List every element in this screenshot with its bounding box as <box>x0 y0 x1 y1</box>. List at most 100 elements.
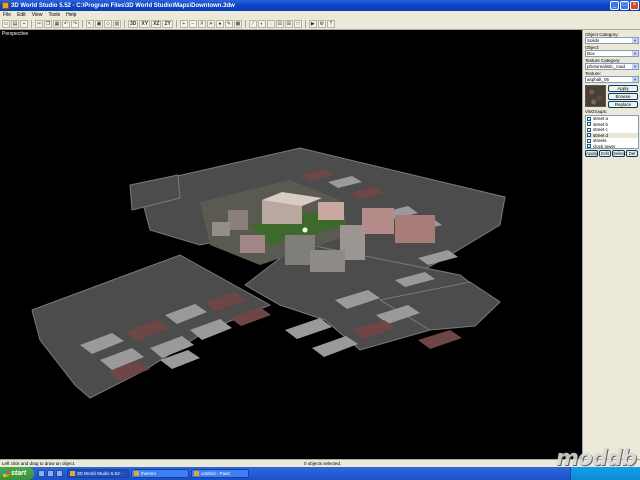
minimize-button[interactable]: _ <box>610 1 619 10</box>
zoom-in-icon[interactable]: + <box>179 19 188 28</box>
quick-launch-icon[interactable] <box>38 470 45 477</box>
view-xz-button[interactable]: XZ <box>151 19 162 28</box>
quick-launch <box>38 470 63 477</box>
taskbar: start 3D World Studio 5.52 - thetmto unt… <box>0 467 640 480</box>
chevron-down-icon[interactable]: ▼ <box>632 51 638 56</box>
undo-icon[interactable]: ↶ <box>62 19 70 28</box>
building <box>362 208 394 234</box>
menu-help[interactable]: Help <box>63 12 79 18</box>
compile-icon[interactable]: ▶ <box>308 19 317 28</box>
object-select[interactable]: Box ▼ <box>585 50 639 57</box>
menu-tools[interactable]: Tools <box>45 12 63 18</box>
paint-icon[interactable]: ◐ <box>257 19 266 28</box>
menu-file[interactable]: File <box>0 12 14 18</box>
lot <box>285 318 332 339</box>
cut-icon[interactable]: ✂ <box>35 19 43 28</box>
object-value: Box <box>587 51 595 56</box>
visgroup-edit-button[interactable]: Edit <box>599 150 611 157</box>
checkbox[interactable]: ✓ <box>587 122 591 127</box>
visgroup-delete-button[interactable]: Del <box>626 150 638 157</box>
settings-icon[interactable]: ⚙ <box>317 19 326 28</box>
menu-view[interactable]: View <box>29 12 46 18</box>
hide-icon[interactable]: ◌ <box>266 19 275 28</box>
view-xy-button[interactable]: XY <box>139 19 151 28</box>
toolbar-separator <box>244 19 246 28</box>
visgroup-select-button[interactable]: Select <box>612 150 626 157</box>
building <box>240 235 265 253</box>
start-label: start <box>11 470 27 477</box>
texture-replace-button[interactable]: Replace <box>608 101 638 108</box>
vertex-tool-icon[interactable]: ◇ <box>104 19 112 28</box>
task-thetmto[interactable]: thetmto <box>131 469 189 478</box>
brush-icon[interactable]: ✎ <box>224 19 233 28</box>
light-icon[interactable]: ☀ <box>206 19 215 28</box>
face-tool-icon[interactable]: ▧ <box>113 19 121 28</box>
visgroup-label: street d <box>593 132 609 138</box>
texture-select[interactable]: asphalt_05 ▼ <box>585 76 639 83</box>
city-map-render <box>31 147 506 399</box>
quick-launch-icon[interactable] <box>47 470 54 477</box>
visgroup-item[interactable]: ✓ clock tower <box>586 144 638 148</box>
toolbar-separator <box>175 19 177 28</box>
task-3dworldstudio[interactable]: 3D World Studio 5.52 - <box>67 469 129 478</box>
task-paint[interactable]: untitled - Paint <box>191 469 249 478</box>
texture-preview[interactable] <box>585 85 606 107</box>
object-category-value: Solids <box>587 38 600 43</box>
texture-browse-button[interactable]: Browse <box>608 93 638 100</box>
redo-icon[interactable]: ↷ <box>71 19 79 28</box>
close-button[interactable]: × <box>630 1 639 10</box>
entity-icon[interactable]: ● <box>215 19 224 28</box>
paste-icon[interactable]: ▦ <box>53 19 61 28</box>
texture-icon[interactable]: ▩ <box>233 19 242 28</box>
carve-icon[interactable]: ⊞ <box>284 19 293 28</box>
open-folder-icon[interactable]: ▤ <box>11 19 19 28</box>
hollow-icon[interactable]: □ <box>293 19 302 28</box>
menu-bar: File Edit View Tools Help <box>0 11 640 18</box>
visgroups-list[interactable]: ✓ street a ✓ street b ✓ street c ✓ street d … <box>585 115 639 149</box>
title-bar: 3D World Studio 5.52 - C:\Program Files\… <box>0 0 640 11</box>
texture-apply-button[interactable]: Apply <box>608 85 638 92</box>
cube-tool-icon[interactable]: ▣ <box>95 19 103 28</box>
menu-edit[interactable]: Edit <box>14 12 29 18</box>
checkbox[interactable]: ✓ <box>587 144 591 148</box>
view-3d-button[interactable]: 3D <box>128 19 139 28</box>
clip-icon[interactable]: ⊟ <box>275 19 284 28</box>
chevron-down-icon[interactable]: ▼ <box>632 38 638 43</box>
quick-launch-icon[interactable] <box>56 470 63 477</box>
checkbox[interactable]: ✓ <box>587 133 591 138</box>
help-icon[interactable]: ? <box>326 19 335 28</box>
building <box>212 222 230 236</box>
chevron-down-icon[interactable]: ▼ <box>632 64 638 69</box>
save-icon[interactable]: ▪ <box>20 19 28 28</box>
building <box>395 215 435 243</box>
moddb-watermark: moddb <box>555 446 637 471</box>
zoom-out-icon[interactable]: − <box>188 19 197 28</box>
new-file-icon[interactable]: ▭ <box>2 19 10 28</box>
maximize-button[interactable]: □ <box>620 1 629 10</box>
object-category-select[interactable]: Solids ▼ <box>585 37 639 44</box>
start-button[interactable]: start <box>0 467 34 480</box>
grid-icon[interactable]: # <box>197 19 206 28</box>
chevron-down-icon[interactable]: ▼ <box>632 77 638 82</box>
view-zy-button[interactable]: ZY <box>162 19 173 28</box>
copy-icon[interactable]: ❐ <box>44 19 52 28</box>
checkbox[interactable]: ✓ <box>587 138 591 143</box>
window-title: 3D World Studio 5.52 - C:\Program Files\… <box>11 2 235 9</box>
checkbox[interactable]: ✓ <box>587 127 591 132</box>
building <box>310 250 345 272</box>
visgroup-label: streets <box>593 138 607 144</box>
task-label: 3D World Studio 5.52 - <box>77 471 123 476</box>
toolbar-separator <box>124 19 125 28</box>
toolbar-separator <box>31 19 32 28</box>
perspective-viewport[interactable]: Perspective <box>0 30 582 459</box>
task-label: thetmto <box>141 471 157 476</box>
visgroup-apply-button[interactable]: Apply <box>585 150 598 157</box>
eyedropper-icon[interactable]: ⁄ <box>248 19 257 28</box>
select-tool-icon[interactable]: ↖ <box>86 19 94 28</box>
app-icon <box>70 471 75 476</box>
checkbox[interactable]: ✓ <box>587 116 591 121</box>
texture-category-select[interactable]: photorealistic_road ▼ <box>585 63 639 70</box>
visgroup-label: street c <box>593 127 608 133</box>
building <box>228 210 248 230</box>
toolbar-separator <box>304 19 306 28</box>
